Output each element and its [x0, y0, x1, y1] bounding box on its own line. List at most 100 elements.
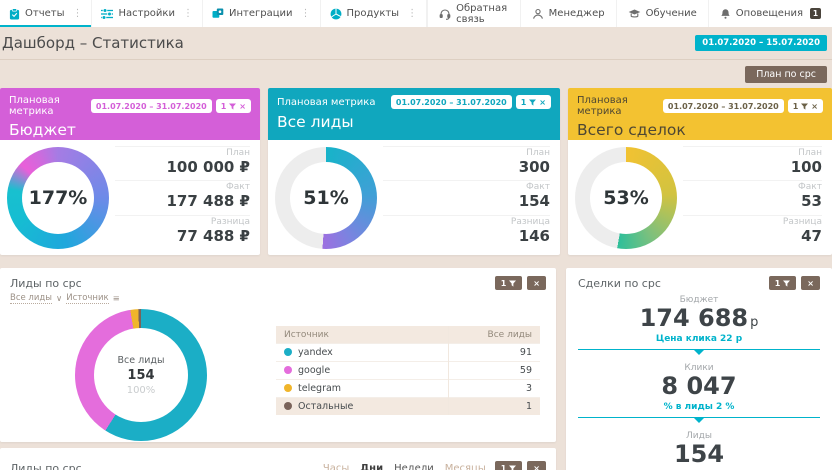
- metric-card-total-deals: Плановая метрика 01.07.2020 – 31.07.2020…: [568, 88, 832, 255]
- panel-title: Лиды по срс: [10, 461, 82, 470]
- leads-gauge-donut: 51%: [275, 147, 377, 249]
- plan-by-src-button[interactable]: План по срс: [745, 65, 827, 83]
- legend-row-yandex[interactable]: yandex 91: [276, 343, 540, 362]
- page-title: Дашборд – Статистика: [2, 34, 184, 52]
- period-months[interactable]: Месяцы: [445, 463, 486, 470]
- legend-header-row: Источник Все лиды: [276, 326, 540, 344]
- card-date-range[interactable]: 01.07.2020 – 31.07.2020: [90, 99, 212, 113]
- leads-by-src-panel: Лиды по срс 1 × Все лиды ∨ Источник ≡ Вс…: [0, 268, 556, 442]
- budget-gauge-donut: 177%: [7, 147, 109, 249]
- tab-integrations[interactable]: Интеграции ⋮: [203, 0, 321, 27]
- funnel-icon[interactable]: [229, 102, 237, 110]
- sliders-icon: [101, 7, 114, 20]
- notification-count-badge: 1: [810, 8, 821, 19]
- period-days[interactable]: Дни: [360, 463, 383, 470]
- card-stats: План 100 Факт 53 Разница 47: [683, 146, 822, 249]
- panel-filter-badge[interactable]: 1: [494, 276, 523, 290]
- metric-card-budget: Плановая метрика 01.07.2020 – 31.07.2020…: [0, 88, 260, 255]
- tab-settings[interactable]: Настройки ⋮: [92, 0, 203, 27]
- pie-icon: [330, 8, 342, 20]
- card-header: Плановая метрика 01.07.2020 – 31.07.2020…: [568, 88, 832, 140]
- tab-menu-dots[interactable]: ⋮: [301, 8, 311, 19]
- card-subtitle: Плановая метрика: [577, 95, 628, 117]
- leads-legend-table: Источник Все лиды yandex 91 google 59 te…: [276, 326, 540, 415]
- topbar: Отчеты ⋮ Настройки ⋮ Интеграции ⋮ Продук…: [0, 0, 832, 27]
- panel-filter-badge[interactable]: 1: [494, 461, 523, 470]
- filter-count: 1: [520, 97, 527, 107]
- education-link[interactable]: Обучение: [615, 0, 708, 27]
- card-filter-controls[interactable]: 1 ×: [787, 99, 823, 113]
- close-icon[interactable]: ×: [239, 102, 246, 111]
- metric-select[interactable]: Все лиды: [10, 293, 52, 304]
- funnel-icon[interactable]: [801, 102, 809, 110]
- tab-reports[interactable]: Отчеты ⋮: [0, 0, 93, 27]
- funnel-stage-clicks: Клики 8 047 % в лиды 2 %: [578, 363, 820, 426]
- panel-filters: Все лиды ∨ Источник ≡: [10, 293, 546, 304]
- funnel-icon: [783, 279, 791, 287]
- card-date-range[interactable]: 01.07.2020 – 31.07.2020: [390, 95, 512, 109]
- close-icon[interactable]: ×: [539, 98, 546, 107]
- card-title: Бюджет: [9, 121, 76, 139]
- panel-close-badge[interactable]: ×: [527, 461, 546, 470]
- panel-filter-badge[interactable]: 1: [768, 276, 797, 290]
- leads-donut-wrap: Все лиды 154 100%: [10, 304, 272, 441]
- panel-close-badge[interactable]: ×: [527, 276, 546, 290]
- stat-diff: Разница 47: [683, 214, 822, 249]
- tab-menu-dots[interactable]: ⋮: [183, 8, 193, 19]
- stat-plan: План 300: [383, 146, 550, 180]
- panel-close-badge[interactable]: ×: [801, 276, 820, 290]
- gauge-percent: 177%: [22, 162, 94, 234]
- metric-card-all-leads: Плановая метрика 01.07.2020 – 31.07.2020…: [268, 88, 560, 255]
- stat-fact: Факт 177 488 ₽: [115, 180, 250, 214]
- top-link-label: Менеджер: [548, 8, 605, 19]
- close-icon[interactable]: ×: [811, 102, 818, 111]
- tab-products[interactable]: Продукты ⋮: [321, 0, 428, 27]
- deals-gauge-donut: 53%: [575, 147, 677, 249]
- card-date-range[interactable]: 01.07.2020 – 31.07.2020: [662, 99, 784, 113]
- filter-count: 1: [500, 278, 507, 288]
- dimension-select[interactable]: Источник: [66, 293, 109, 304]
- funnel-stage-leads: Лиды 154 % в сделки 34 %: [673, 431, 725, 469]
- card-title: Всего сделок: [577, 121, 686, 139]
- conversion-label: % в лиды 2 %: [663, 402, 735, 413]
- tab-menu-dots[interactable]: ⋮: [407, 8, 417, 19]
- card-header: Плановая метрика 01.07.2020 – 31.07.2020…: [0, 88, 260, 140]
- clipboard-icon: [9, 7, 20, 20]
- period-hours[interactable]: Часы: [323, 463, 349, 470]
- funnel-icon[interactable]: [529, 98, 537, 106]
- period-weeks[interactable]: Недели: [394, 463, 434, 470]
- tab-label: Интеграции: [228, 8, 293, 19]
- card-subtitle: Плановая метрика: [277, 96, 376, 108]
- blocks-icon: [212, 8, 224, 20]
- tab-menu-dots[interactable]: ⋮: [72, 8, 82, 19]
- leads-pie-donut[interactable]: Все лиды 154 100%: [75, 309, 207, 441]
- legend-row-others[interactable]: Остальные 1: [276, 397, 540, 415]
- card-body: 53% План 100 Факт 53 Разница 47: [568, 140, 832, 255]
- legend-row-telegram[interactable]: telegram 3: [276, 379, 540, 398]
- funnel-icon: [509, 279, 517, 287]
- filter-count: 1: [220, 101, 227, 111]
- manager-link[interactable]: Менеджер: [519, 0, 616, 27]
- panel-title: Лиды по срс: [10, 276, 82, 290]
- card-filter-controls[interactable]: 1 ×: [515, 95, 551, 109]
- feedback-link[interactable]: Обратная связь: [427, 0, 520, 27]
- chevron-down-icon: ∨: [55, 293, 63, 304]
- card-subtitle: Плановая метрика: [9, 95, 60, 117]
- graduation-cap-icon: [628, 8, 641, 20]
- arrow-down-icon: [694, 350, 704, 356]
- card-filter-controls[interactable]: 1 ×: [215, 99, 251, 113]
- bell-icon: [720, 8, 731, 20]
- leads-by-src-time-panel: Лиды по срс Часы Дни Недели Месяцы 1 ×: [0, 448, 556, 470]
- top-link-label: Обучение: [645, 8, 697, 19]
- period-toggle: Часы Дни Недели Месяцы: [323, 463, 486, 470]
- gauge-percent: 53%: [590, 162, 662, 234]
- toolbar: План по срс: [0, 60, 832, 88]
- stat-diff: Разница 146: [383, 214, 550, 249]
- dashboard-app: Отчеты ⋮ Настройки ⋮ Интеграции ⋮ Продук…: [0, 0, 832, 470]
- sort-icon[interactable]: ≡: [113, 294, 120, 304]
- global-date-range[interactable]: 01.07.2020 – 15.07.2020: [695, 35, 827, 51]
- stat-fact: Факт 53: [683, 180, 822, 214]
- headset-icon: [439, 8, 451, 20]
- legend-row-google[interactable]: google 59: [276, 361, 540, 380]
- notifications-link[interactable]: Оповещения 1: [707, 0, 832, 27]
